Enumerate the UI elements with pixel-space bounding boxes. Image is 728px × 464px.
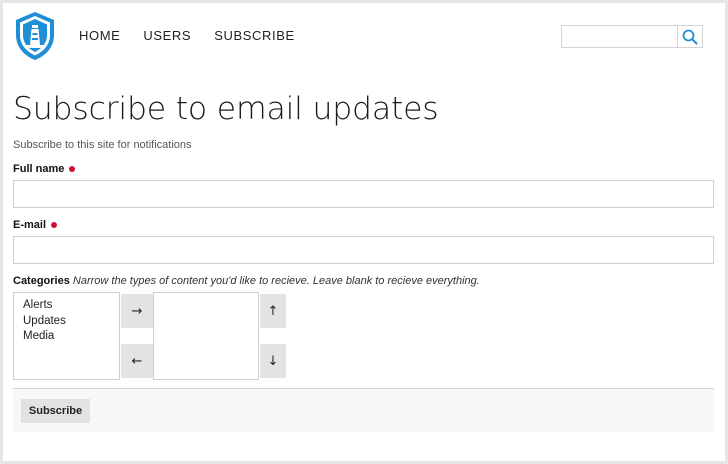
nav-home[interactable]: HOME xyxy=(79,28,120,43)
required-indicator xyxy=(69,166,76,172)
arrow-down-icon: ↓ xyxy=(267,353,279,369)
nav-subscribe[interactable]: SUBSCRIBE xyxy=(214,28,295,43)
email-label-text: E-mail xyxy=(13,219,47,231)
main-nav: HOME USERS SUBSCRIBE xyxy=(79,28,295,43)
search-button[interactable] xyxy=(678,26,702,47)
category-option-alerts[interactable]: Alerts xyxy=(14,298,119,314)
page-title: Subscribe to email updates xyxy=(13,91,439,127)
move-left-button[interactable]: ← xyxy=(121,344,153,378)
move-up-button[interactable]: ↑ xyxy=(260,294,286,328)
form-actions: Subscribe xyxy=(13,388,714,432)
email-label: E-mail xyxy=(13,219,58,231)
page-frame: HOME USERS SUBSCRIBE Subscribe to email … xyxy=(3,3,725,461)
search-box xyxy=(561,25,703,48)
selected-categories-list[interactable] xyxy=(153,292,259,380)
categories-help-text: Narrow the types of content you'd like t… xyxy=(72,275,480,287)
categories-label: Categories Narrow the types of content y… xyxy=(13,275,480,287)
lighthouse-shield-icon xyxy=(16,12,54,60)
available-categories-list[interactable]: Alerts Updates Media xyxy=(13,292,120,380)
search-icon xyxy=(682,29,698,44)
subscribe-button[interactable]: Subscribe xyxy=(21,399,90,423)
required-indicator xyxy=(51,222,58,228)
full-name-label: Full name xyxy=(13,163,76,175)
email-field[interactable] xyxy=(13,236,714,264)
full-name-field[interactable] xyxy=(13,180,714,208)
page-description: Subscribe to this site for notifications xyxy=(13,139,192,151)
search-input[interactable] xyxy=(562,26,678,47)
full-name-label-text: Full name xyxy=(13,163,65,175)
categories-label-text: Categories xyxy=(13,275,70,287)
move-down-button[interactable]: ↓ xyxy=(260,344,286,378)
category-option-updates[interactable]: Updates xyxy=(14,314,119,330)
site-logo[interactable] xyxy=(14,11,56,61)
category-option-media[interactable]: Media xyxy=(14,329,119,345)
nav-users[interactable]: USERS xyxy=(143,28,191,43)
arrow-left-icon: ← xyxy=(131,353,143,369)
move-right-button[interactable]: → xyxy=(121,294,153,328)
arrow-up-icon: ↑ xyxy=(267,303,279,319)
arrow-right-icon: → xyxy=(131,303,143,319)
